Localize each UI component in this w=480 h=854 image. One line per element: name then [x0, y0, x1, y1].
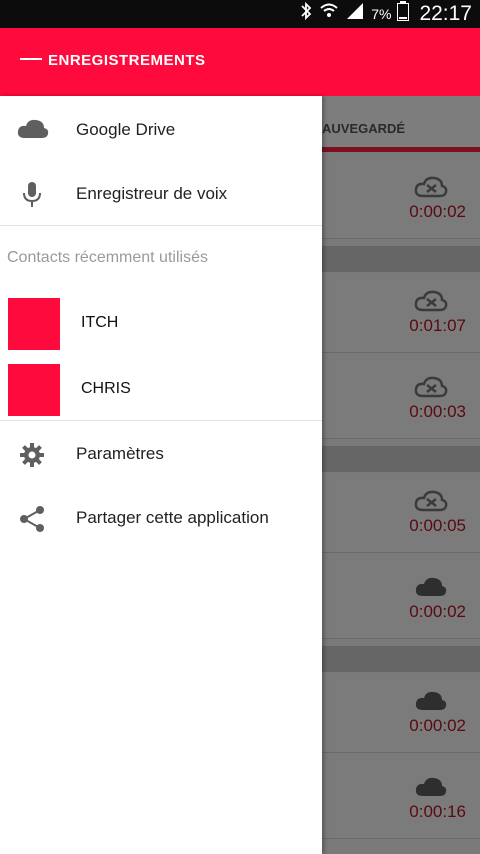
drawer-item-google-drive[interactable]: Google Drive — [0, 98, 322, 162]
cloud-off-icon — [414, 288, 448, 319]
recording-duration: 0:00:02 — [409, 602, 466, 621]
page-title: ENREGISTREMENTS — [48, 52, 206, 69]
clock: 22:17 — [419, 2, 472, 25]
bluetooth-icon — [299, 1, 313, 27]
recording-row[interactable]: 0:00:03 — [322, 360, 480, 439]
recent-contacts-heading: Contacts récemment utilisés — [7, 249, 208, 266]
recordings-list: AUVEGARDÉ 0:00:02 0:01:07 0:00:03 0:00:0… — [322, 96, 480, 854]
app-bar: ENREGISTREMENTS — [0, 28, 480, 96]
drawer-item-label: Partager cette application — [76, 508, 269, 527]
cloud-icon — [414, 774, 448, 805]
recording-duration: 0:00:02 — [409, 716, 466, 735]
date-separator — [322, 246, 480, 272]
app-bar-title[interactable]: ENREGISTREMENTS — [20, 52, 206, 69]
divider — [0, 420, 322, 421]
recording-duration: 0:00:05 — [409, 516, 466, 535]
recording-row[interactable]: 0:01:07 — [322, 274, 480, 353]
recording-duration: 0:01:07 — [409, 316, 466, 335]
contact-name: CHRIS — [81, 380, 131, 397]
recording-duration: 0:00:16 — [409, 802, 466, 821]
battery-icon — [397, 1, 410, 27]
drawer-item-settings[interactable]: Paramètres — [0, 422, 322, 486]
contact-avatar — [8, 298, 60, 350]
recording-duration: 0:00:02 — [409, 202, 466, 221]
cloud-icon — [16, 116, 49, 144]
drawer-item-label: Paramètres — [76, 444, 164, 463]
gear-icon — [16, 440, 48, 468]
cloud-off-icon — [414, 488, 448, 519]
microphone-icon — [16, 180, 48, 208]
signal-icon — [345, 2, 365, 26]
battery-percentage: 7% — [371, 6, 392, 22]
tab-saved[interactable]: AUVEGARDÉ — [322, 96, 480, 152]
drawer-item-label: Enregistreur de voix — [76, 184, 228, 203]
tab-saved-label: AUVEGARDÉ — [322, 121, 406, 136]
wifi-icon — [319, 2, 339, 26]
tab-indicator — [322, 147, 480, 152]
recording-row[interactable]: 0:00:02 — [322, 560, 480, 639]
menu-dash-icon — [20, 58, 42, 61]
date-separator — [322, 646, 480, 672]
cloud-icon — [414, 688, 448, 719]
cloud-icon — [414, 574, 448, 605]
divider — [0, 225, 322, 226]
cloud-off-icon — [414, 374, 448, 405]
drawer-item-voice-recorder[interactable]: Enregistreur de voix — [0, 162, 322, 226]
contact-item[interactable]: ITCH — [0, 298, 322, 354]
contact-avatar — [8, 364, 60, 416]
navigation-drawer: Google Drive Enregistreur de voix Contac… — [0, 96, 322, 854]
recording-row[interactable]: 0:00:02 — [322, 160, 480, 239]
cloud-off-icon — [414, 174, 448, 205]
share-icon — [16, 504, 48, 532]
contact-name: ITCH — [81, 314, 119, 331]
contact-item[interactable]: CHRIS — [0, 364, 322, 420]
status-bar: 7% 22:17 — [0, 0, 480, 28]
recording-row[interactable]: 0:00:16 — [322, 760, 480, 839]
recording-row[interactable]: 0:00:02 — [322, 674, 480, 753]
drawer-item-label: Google Drive — [76, 120, 176, 139]
date-separator — [322, 446, 480, 472]
drawer-item-share-app[interactable]: Partager cette application — [0, 486, 322, 550]
recording-row[interactable]: 0:00:05 — [322, 474, 480, 553]
recording-duration: 0:00:03 — [409, 402, 466, 421]
